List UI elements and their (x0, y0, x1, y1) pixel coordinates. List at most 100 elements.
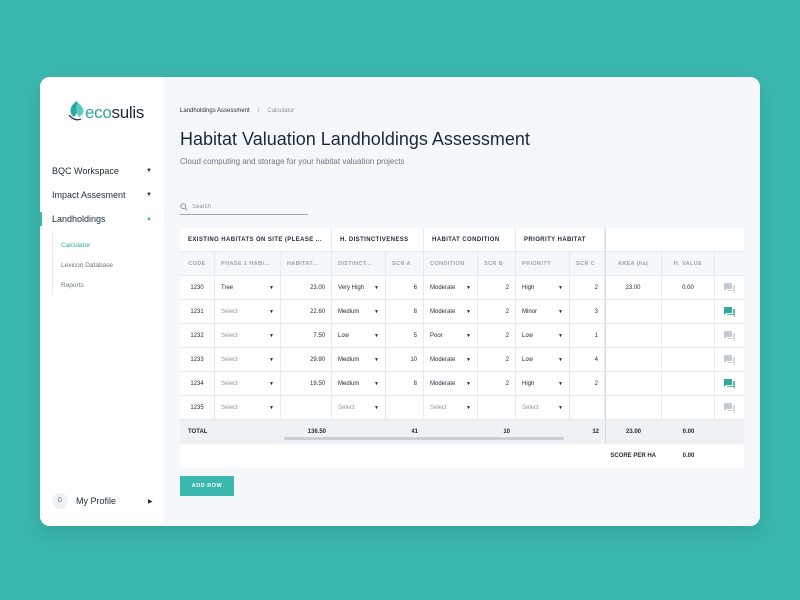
search-input[interactable] (192, 203, 292, 210)
dropdown-arrow-icon: ▼ (269, 285, 274, 291)
sidebar-nav: BQC Workspace ▼ Impact Assesment ▼ Landh… (40, 159, 164, 295)
dropdown-arrow-icon: ▼ (558, 285, 563, 291)
col-code[interactable]: CODE (180, 252, 215, 276)
horizontal-scrollbar[interactable] (284, 437, 564, 440)
cell-code: 1232 (180, 324, 215, 348)
select-value: Select (221, 381, 238, 387)
cell-area (605, 300, 662, 324)
cell-area (605, 324, 662, 348)
total-scr-a: 41 (411, 429, 418, 435)
condition-select[interactable]: Poor ▼ (424, 324, 478, 348)
dropdown-arrow-icon: ▼ (558, 381, 563, 387)
sidebar-item-label: Impact Assesment (52, 190, 126, 200)
select-value: Minor (522, 309, 538, 315)
comment-button[interactable] (715, 324, 744, 348)
sidebar-item-label: BQC Workspace (52, 166, 119, 176)
chevron-up-icon: ▲ (146, 216, 152, 222)
distinctiveness-select[interactable]: Low ▼ (332, 324, 386, 348)
col-habitat[interactable]: HABITAT... (281, 252, 332, 276)
page-title: Habitat Valuation Landholdings Assessmen… (180, 129, 530, 149)
col-condition[interactable]: CONDITION (424, 252, 478, 276)
col-scr-c[interactable]: SCR C (570, 252, 605, 276)
table-row: 1232 Select ▼ 7.50 Low ▼ 5 Poor ▼ 2 Low ▼ 1 (180, 324, 744, 348)
col-distinctiveness[interactable]: DISTINCT... (332, 252, 386, 276)
cell-scr-b: 2 (478, 372, 516, 396)
col-priority[interactable]: PRIORITY (516, 252, 570, 276)
table-row: 1234 Select ▼ 19.50 Medium ▼ 8 Moderate ▼ 2 High ▼ 2 (180, 372, 744, 396)
dropdown-arrow-icon: ▼ (269, 309, 274, 315)
comment-icon (724, 403, 735, 413)
phase1-habitat-select[interactable]: Select ▼ (215, 372, 281, 396)
profile-menu[interactable]: D My Profile ▶ (52, 493, 153, 509)
priority-select[interactable]: High ▼ (516, 372, 570, 396)
table-row: 1231 Select ▼ 22.60 Medium ▼ 8 Moderate ▼ 2 Minor ▼… (180, 300, 744, 324)
phase1-habitat-select[interactable]: Select ▼ (215, 324, 281, 348)
col-scr-b[interactable]: SCR B (478, 252, 516, 276)
frozen-column-divider (605, 228, 606, 443)
distinctiveness-select[interactable]: Select ▼ (332, 396, 386, 420)
logo-text: ecosulis (85, 103, 145, 122)
cell-area (605, 396, 662, 420)
select-value: Select (338, 405, 355, 411)
phase1-habitat-select[interactable]: Select ▼ (215, 396, 281, 420)
total-label: TOTAL (188, 429, 208, 435)
dropdown-arrow-icon: ▼ (374, 333, 379, 339)
select-value: Low (522, 333, 534, 339)
col-h-value[interactable]: H. VALUE (662, 252, 715, 276)
select-value: High (522, 285, 535, 291)
breadcrumb-parent[interactable]: Landholdings Assessment (180, 108, 250, 114)
cell-scr-a: 6 (386, 276, 424, 300)
comment-button[interactable] (715, 276, 744, 300)
total-scr-b: 10 (503, 429, 510, 435)
subnav-item-reports[interactable]: Reports (53, 275, 164, 295)
subnav-item-lexicon-database[interactable]: Lexicon Database (53, 255, 164, 275)
distinctiveness-select[interactable]: Medium ▼ (332, 348, 386, 372)
cell-scr-b: 2 (478, 300, 516, 324)
col-scr-a[interactable]: SCR A (386, 252, 424, 276)
cell-habitat: 23.00 (281, 276, 332, 300)
comment-button[interactable] (715, 300, 744, 324)
distinctiveness-select[interactable]: Medium ▼ (332, 300, 386, 324)
priority-select[interactable]: High ▼ (516, 276, 570, 300)
condition-select[interactable]: Select ▼ (424, 396, 478, 420)
cell-scr-c: 3 (570, 300, 605, 324)
col-comments (715, 252, 744, 276)
priority-select[interactable]: Select ▼ (516, 396, 570, 420)
sidebar-item-landholdings[interactable]: Landholdings ▲ (40, 207, 164, 231)
select-value: Select (522, 405, 539, 411)
dropdown-arrow-icon: ▼ (558, 405, 563, 411)
condition-select[interactable]: Moderate ▼ (424, 300, 478, 324)
add-row-button[interactable]: ADD ROW (180, 476, 234, 496)
condition-select[interactable]: Moderate ▼ (424, 276, 478, 300)
comment-icon (724, 355, 735, 365)
cell-scr-a: 8 (386, 300, 424, 324)
comment-button[interactable] (715, 372, 744, 396)
priority-select[interactable]: Low ▼ (516, 348, 570, 372)
search-field[interactable] (180, 199, 308, 215)
sidebar-item-impact-assesment[interactable]: Impact Assesment ▼ (40, 183, 164, 207)
dropdown-arrow-icon: ▼ (374, 309, 379, 315)
condition-select[interactable]: Moderate ▼ (424, 348, 478, 372)
chevron-down-icon: ▼ (146, 168, 152, 174)
phase1-habitat-select[interactable]: Tree ▼ (215, 276, 281, 300)
condition-select[interactable]: Moderate ▼ (424, 372, 478, 396)
col-area[interactable]: AREA (ha) (605, 252, 662, 276)
col-phase1-habitat[interactable]: PHASE 1 HABI... (215, 252, 281, 276)
select-value: Moderate (430, 309, 456, 315)
priority-select[interactable]: Low ▼ (516, 324, 570, 348)
comment-button[interactable] (715, 348, 744, 372)
phase1-habitat-select[interactable]: Select ▼ (215, 348, 281, 372)
logo[interactable]: ecosulis (66, 99, 144, 127)
cell-area (605, 348, 662, 372)
comment-button[interactable] (715, 396, 744, 420)
phase1-habitat-select[interactable]: Select ▼ (215, 300, 281, 324)
distinctiveness-select[interactable]: Medium ▼ (332, 372, 386, 396)
table-row: 1233 Select ▼ 29.90 Medium ▼ 10 Moderate ▼ 2 Low ▼ 4 (180, 348, 744, 372)
sidebar-item-bqc-workspace[interactable]: BQC Workspace ▼ (40, 159, 164, 183)
dropdown-arrow-icon: ▼ (374, 405, 379, 411)
priority-select[interactable]: Minor ▼ (516, 300, 570, 324)
subnav-item-calculator[interactable]: Calculator (53, 235, 164, 255)
cell-habitat: 7.50 (281, 324, 332, 348)
distinctiveness-select[interactable]: Very High ▼ (332, 276, 386, 300)
dropdown-arrow-icon: ▼ (269, 381, 274, 387)
